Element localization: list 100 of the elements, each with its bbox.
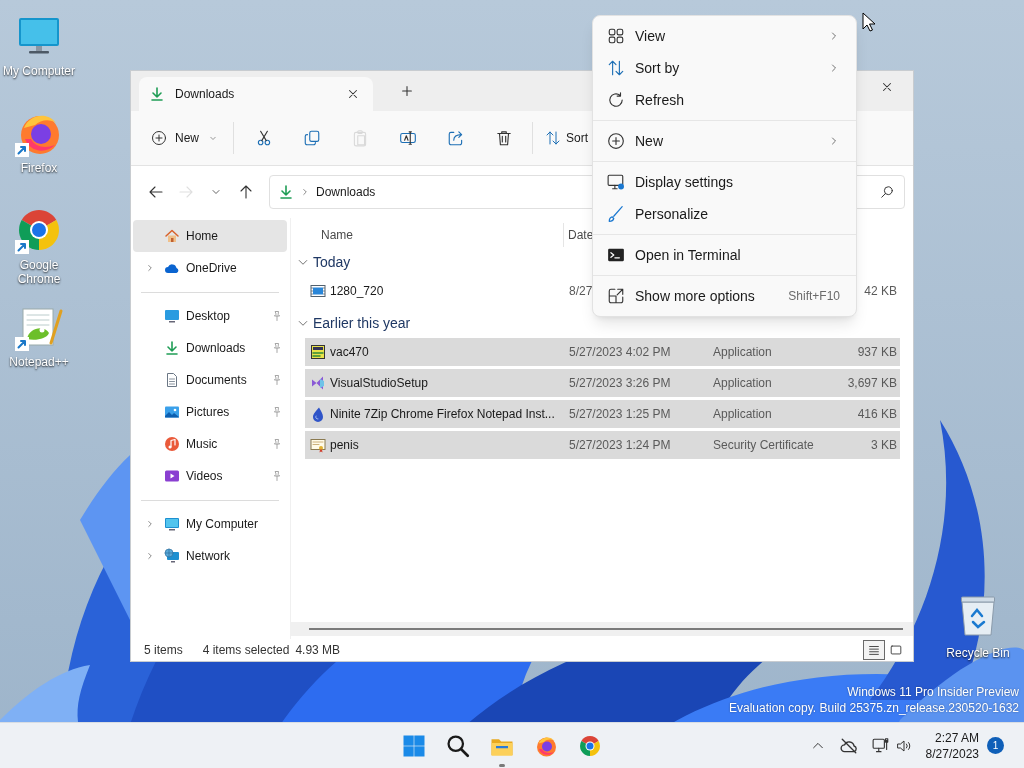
clipboard-icon xyxy=(351,129,369,147)
clock[interactable]: 2:27 AM 8/27/2023 xyxy=(925,729,979,762)
plus-icon xyxy=(400,84,414,98)
installer-logo-icon xyxy=(310,375,326,391)
menu-item[interactable]: Sort by xyxy=(597,52,852,84)
menu-item[interactable]: New xyxy=(597,125,852,157)
watermark-line: Evaluation copy. Build 25375.zn_release.230520-1632 xyxy=(729,700,1019,716)
windows-logo-icon xyxy=(402,733,426,758)
chevron-right-icon xyxy=(300,187,310,197)
brush-icon xyxy=(607,205,625,223)
plus-circle-icon xyxy=(151,130,167,146)
close-icon xyxy=(346,87,360,101)
file-size: 3 KB xyxy=(871,438,897,452)
file-type: Application xyxy=(713,407,772,421)
application-icon xyxy=(310,344,326,360)
file-row[interactable]: vac470 5/27/2023 4:02 PM Application 937 KB xyxy=(305,338,900,366)
download-icon xyxy=(149,86,165,102)
trash-icon xyxy=(495,129,513,147)
desktop-icon xyxy=(164,308,180,324)
back-arrow-icon xyxy=(148,184,164,200)
monitor-icon xyxy=(164,516,180,532)
share-icon xyxy=(447,129,465,147)
video-icon xyxy=(164,468,180,484)
details-view-button[interactable] xyxy=(863,640,885,660)
sidebar-item[interactable]: Pictures xyxy=(133,396,287,428)
tab[interactable]: Downloads xyxy=(139,77,373,111)
sidebar-item[interactable]: Documents xyxy=(133,364,287,396)
pointer-icon xyxy=(862,12,875,32)
recycle-bin-icon xyxy=(961,596,995,636)
menu-item[interactable]: Open in Terminal xyxy=(597,239,852,271)
file-date: 5/27/2023 3:26 PM xyxy=(569,376,671,390)
sidebar-item[interactable]: Videos xyxy=(133,460,287,492)
document-icon xyxy=(164,372,180,388)
file-size: 937 KB xyxy=(857,345,897,359)
file-type: Application xyxy=(713,345,772,359)
file-type: Application xyxy=(713,376,772,390)
file-name: penis xyxy=(330,437,359,454)
item-count: 5 items xyxy=(144,642,183,659)
file-name: VisualStudioSetup xyxy=(330,375,428,392)
cloud-off-icon xyxy=(839,736,858,755)
file-row[interactable]: Ninite 7Zip Chrome Firefox Notepad Inst... 5/27/2023 1:25 PM Application 416 KB xyxy=(305,400,900,428)
sidebar-item[interactable]: Desktop xyxy=(133,300,287,332)
file-date: 8/27 xyxy=(569,284,593,298)
house-icon xyxy=(164,228,180,244)
watermark-line: Windows 11 Pro Insider Preview xyxy=(847,684,1019,700)
group-heading[interactable]: Earlier this year xyxy=(313,312,411,334)
sidebar-item[interactable]: My Computer xyxy=(133,508,287,540)
menu-item[interactable]: Show more options Shift+F10 xyxy=(597,280,852,312)
file-name: 1280_720 xyxy=(330,283,384,300)
image-file-icon xyxy=(310,283,326,299)
copy-icon xyxy=(303,129,321,147)
selection-size: 4.93 MB xyxy=(295,642,341,659)
download-icon xyxy=(164,340,180,356)
file-size: 416 KB xyxy=(857,407,897,421)
search-icon xyxy=(446,733,470,758)
certificate-icon xyxy=(310,437,326,453)
horizontal-scrollbar[interactable] xyxy=(291,622,913,636)
open-external-icon xyxy=(607,287,625,305)
file-date: 5/27/2023 1:25 PM xyxy=(569,407,671,421)
notification-badge[interactable]: 1 xyxy=(987,737,1004,754)
music-note-icon xyxy=(164,436,180,452)
selection-count: 4 items selected xyxy=(202,642,290,659)
file-size: 42 KB xyxy=(864,284,897,298)
sidebar-item[interactable]: Network xyxy=(133,540,287,572)
drop-icon xyxy=(310,406,326,422)
file-row[interactable]: penis 5/27/2023 1:24 PM Security Certificate 3 KB xyxy=(305,431,900,459)
sort-icon xyxy=(607,59,625,77)
search-icon xyxy=(880,185,894,199)
scissors-icon xyxy=(255,129,273,147)
sidebar-item[interactable]: OneDrive xyxy=(133,252,287,284)
network-icon xyxy=(164,548,180,564)
grid-icon xyxy=(607,27,625,45)
close-icon xyxy=(880,80,894,94)
wired-network-icon xyxy=(871,736,890,755)
up-arrow-icon xyxy=(238,184,254,200)
file-name: Ninite 7Zip Chrome Firefox Notepad Inst... xyxy=(330,406,555,423)
sidebar-item[interactable]: Downloads xyxy=(133,332,287,364)
file-date: 5/27/2023 1:24 PM xyxy=(569,438,671,452)
plus-circle-icon xyxy=(607,132,625,150)
rename-icon xyxy=(399,129,417,147)
menu-item[interactable]: Refresh xyxy=(597,84,852,116)
file-row[interactable]: VisualStudioSetup 5/27/2023 3:26 PM Application 3,697 KB xyxy=(305,369,900,397)
sidebar-item[interactable]: Music xyxy=(133,428,287,460)
new-button[interactable]: New xyxy=(143,120,227,156)
sort-icon xyxy=(545,130,561,146)
display-settings-icon xyxy=(607,173,625,191)
download-icon xyxy=(278,184,294,200)
details-view-icon xyxy=(867,643,881,657)
column-header[interactable]: Name xyxy=(321,226,353,244)
chrome-icon xyxy=(578,733,602,758)
terminal-icon xyxy=(607,246,625,264)
refresh-icon xyxy=(607,91,625,109)
menu-item[interactable]: View xyxy=(597,20,852,52)
sort-button[interactable]: Sort xyxy=(541,120,591,156)
group-heading[interactable]: Today xyxy=(313,251,351,273)
tiles-view-icon xyxy=(889,643,903,657)
column-header[interactable]: Date xyxy=(568,226,594,244)
sidebar-item[interactable]: Home xyxy=(133,220,287,252)
image-icon xyxy=(164,404,180,420)
forward-arrow-icon xyxy=(178,184,194,200)
